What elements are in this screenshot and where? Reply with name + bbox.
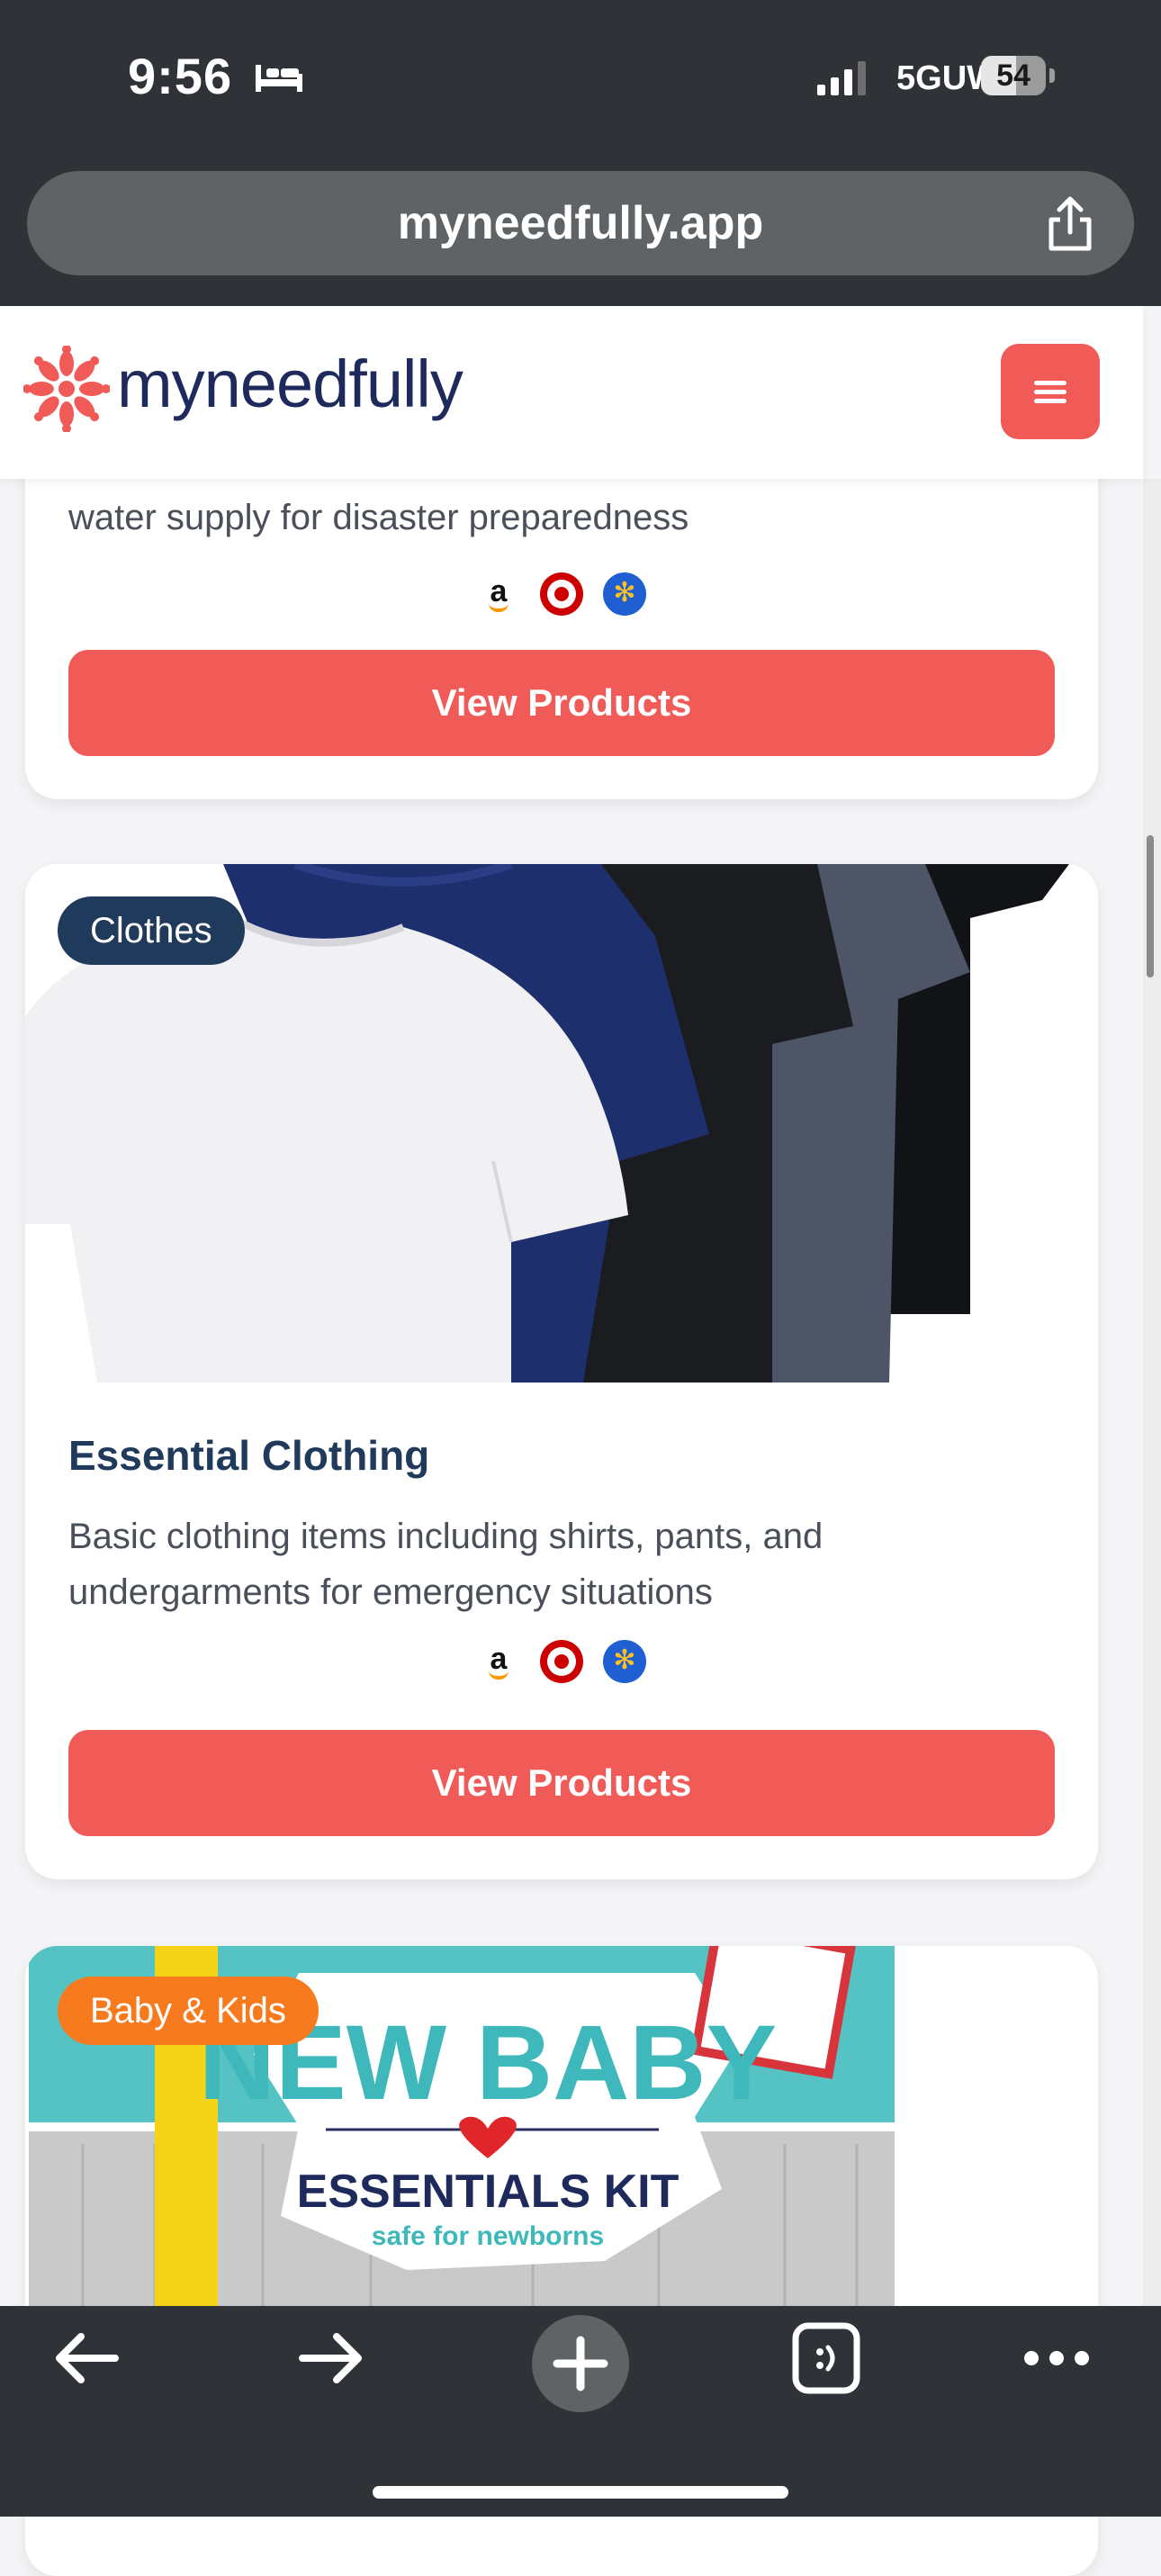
- menu-button[interactable]: [1001, 344, 1100, 439]
- retailer-icons: a ✻: [25, 1640, 1098, 1687]
- back-icon[interactable]: [41, 2313, 131, 2403]
- cellular-signal-icon: [817, 61, 866, 95]
- tabs-icon[interactable]: [781, 2313, 871, 2403]
- card-description: Basic clothing items including shirts, p…: [68, 1509, 1058, 1620]
- page-scrollbar[interactable]: [1147, 835, 1154, 977]
- walmart-icon[interactable]: ✻: [603, 572, 646, 616]
- product-card-clothing: Clothes Essential Clothing Basic clothin…: [25, 864, 1098, 1879]
- card-description: water supply for disaster preparedness: [68, 498, 689, 537]
- more-icon[interactable]: [1012, 2313, 1102, 2403]
- sleep-focus-icon: [256, 65, 302, 92]
- view-products-button[interactable]: View Products: [68, 650, 1055, 756]
- retailer-icons: a ✻: [25, 572, 1098, 619]
- description-line: undergarments for emergency situations: [68, 1572, 713, 1612]
- amazon-icon[interactable]: a: [477, 1640, 520, 1683]
- status-time: 9:56: [128, 48, 233, 104]
- url-text[interactable]: myneedfully.app: [27, 171, 1134, 275]
- kit-tagline: safe for newborns: [372, 2221, 604, 2251]
- target-icon[interactable]: [540, 572, 583, 616]
- category-badge: Baby & Kids: [58, 1977, 319, 2045]
- home-indicator[interactable]: [373, 2486, 788, 2499]
- address-bar[interactable]: myneedfully.app: [27, 171, 1134, 275]
- description-line: Basic clothing items including shirts, p…: [68, 1517, 824, 1556]
- card-title[interactable]: Essential Clothing: [68, 1431, 429, 1480]
- target-icon[interactable]: [540, 1640, 583, 1683]
- brand-name[interactable]: myneedfully: [117, 346, 464, 422]
- battery-icon: 54: [981, 56, 1055, 97]
- amazon-icon[interactable]: a: [477, 572, 520, 616]
- battery-percent: 54: [996, 59, 1030, 93]
- myneedfully-logo-icon[interactable]: [23, 346, 110, 432]
- new-tab-icon[interactable]: [532, 2315, 629, 2412]
- page-scrollbar-track: [1143, 479, 1161, 2306]
- view-products-button[interactable]: View Products: [68, 1730, 1055, 1836]
- forward-icon[interactable]: [286, 2313, 376, 2403]
- category-badge: Clothes: [58, 896, 245, 965]
- walmart-icon[interactable]: ✻: [603, 1640, 646, 1683]
- share-icon[interactable]: [1044, 196, 1096, 254]
- kit-subhead: ESSENTIALS KIT: [297, 2166, 680, 2218]
